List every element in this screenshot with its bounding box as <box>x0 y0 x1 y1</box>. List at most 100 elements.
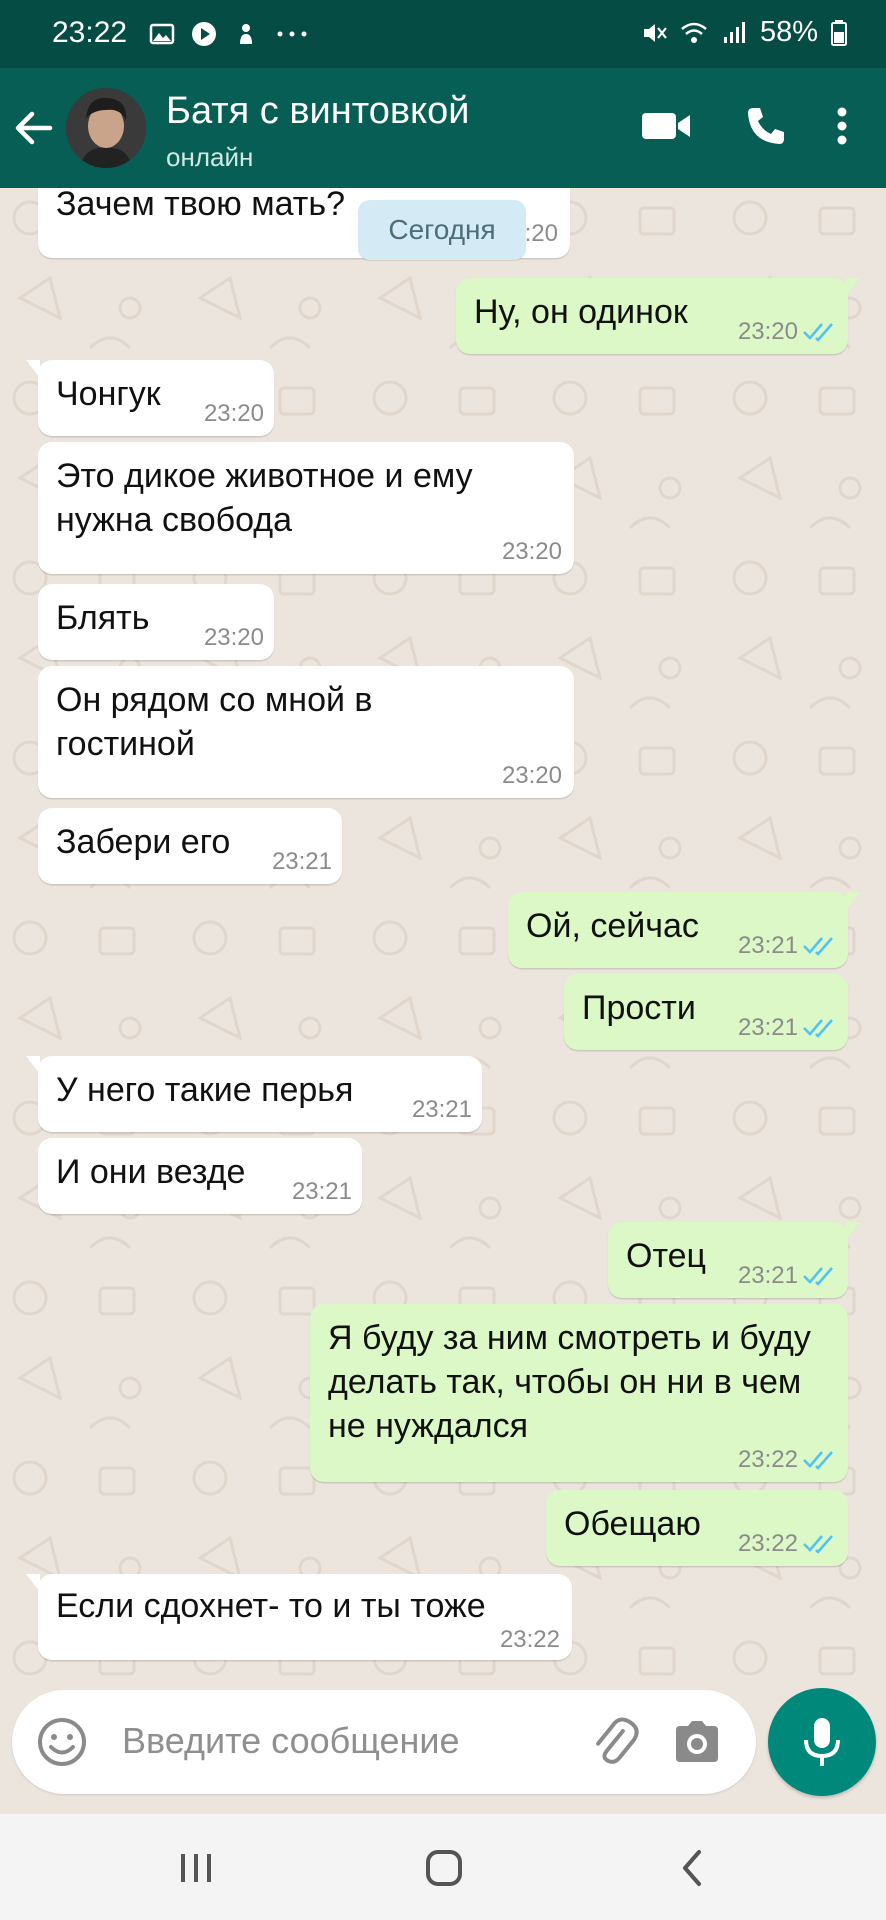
bubble-tail <box>846 892 860 910</box>
camera-icon <box>676 1721 718 1762</box>
paperclip-icon <box>596 1717 639 1764</box>
status-bar: 23:22 58% <box>0 0 886 68</box>
bubble-tail <box>846 1222 860 1240</box>
message-incoming[interactable]: Чонгук 23:20 <box>26 360 274 436</box>
message-time: 23:20 <box>203 400 264 427</box>
back-button[interactable] <box>12 100 56 156</box>
message-time: 23:22 <box>737 1530 798 1557</box>
attach-button[interactable] <box>586 1714 642 1770</box>
message-composer: Введите сообщение <box>12 1690 756 1794</box>
menu-button[interactable] <box>814 96 870 156</box>
message-outgoing[interactable]: Я буду за ним смотреть и буду делать так… <box>310 1304 848 1482</box>
message-text: Чонгук <box>56 375 161 413</box>
bubble-tail <box>26 360 40 378</box>
mute-icon <box>643 23 667 42</box>
battery-percent: 58% <box>759 16 818 48</box>
wifi-icon <box>681 22 707 43</box>
double-check-icon <box>803 1535 833 1554</box>
double-check-icon <box>803 1451 833 1470</box>
message-incoming[interactable]: Забери его 23:21 <box>38 808 342 884</box>
message-text: Забери его <box>56 823 231 861</box>
bubble-tail <box>846 278 860 296</box>
notification-icon <box>240 24 252 44</box>
message-incoming[interactable]: И они везде 23:21 <box>38 1138 362 1214</box>
arrow-left-icon <box>15 111 53 145</box>
message-time: 23:20 <box>501 762 562 789</box>
message-time: 23:22 <box>499 1626 560 1653</box>
message-text: Он рядом со мной в гостиной <box>56 681 373 763</box>
recent-apps-icon <box>181 1854 211 1882</box>
recent-apps-button[interactable] <box>166 1844 226 1892</box>
message-time: 23:21 <box>411 1096 472 1123</box>
home-icon <box>426 1850 462 1886</box>
message-time: 23:21 <box>737 1262 798 1289</box>
message-time: 23:21 <box>737 932 798 959</box>
message-outgoing[interactable]: Обещаю 23:22 <box>546 1490 848 1566</box>
message-incoming[interactable]: Это дикое животное и ему нужна свобода 2… <box>38 442 574 574</box>
message-text: Ну, он одинок <box>474 293 688 331</box>
message-list[interactable]: Зачем твою мать? 23:20 Сегодня Ну, он од… <box>0 188 886 1688</box>
message-text: Это дикое животное и ему нужна свобода <box>56 457 473 539</box>
message-outgoing[interactable]: Ну, он одинок 23:20 <box>456 278 860 354</box>
message-incoming[interactable]: Блять 23:20 <box>38 584 274 660</box>
voice-message-button[interactable] <box>768 1688 876 1796</box>
camera-button[interactable] <box>672 1718 722 1766</box>
system-navigation-bar <box>0 1814 886 1920</box>
bubble-tail <box>26 1574 40 1592</box>
message-outgoing[interactable]: Прости 23:21 <box>564 974 848 1050</box>
double-check-icon <box>803 1019 833 1038</box>
video-call-button[interactable] <box>636 96 696 156</box>
avatar-image <box>66 88 146 168</box>
message-time: 23:21 <box>737 1014 798 1041</box>
battery-icon <box>831 19 847 46</box>
message-text: Прости <box>582 989 696 1027</box>
message-time: 23:20 <box>501 538 562 565</box>
status-time: 23:22 <box>52 16 128 49</box>
message-time: 23:20 <box>203 624 264 651</box>
phone-icon <box>748 108 784 144</box>
message-outgoing[interactable]: Отец 23:21 <box>608 1222 860 1298</box>
message-text: Ой, сейчас <box>526 907 699 945</box>
message-input[interactable]: Введите сообщение <box>122 1720 460 1762</box>
double-check-icon <box>803 1267 833 1286</box>
back-icon <box>683 1850 701 1886</box>
bubble-tail <box>26 1056 40 1074</box>
message-text: Я буду за ним смотреть и буду делать так… <box>328 1319 811 1445</box>
gallery-icon <box>149 23 175 45</box>
more-vertical-icon <box>837 107 847 145</box>
message-incoming[interactable]: У него такие перья 23:21 <box>26 1056 482 1132</box>
emoji-icon <box>38 1718 86 1766</box>
message-text: Если сдохнет- то и ты тоже <box>56 1587 486 1625</box>
date-chip: Сегодня <box>358 200 526 260</box>
contact-status: онлайн <box>166 142 254 172</box>
message-time: 23:20 <box>737 318 798 345</box>
message-outgoing[interactable]: Ой, сейчас 23:21 <box>508 892 860 968</box>
message-text: Зачем твою мать? <box>56 188 345 223</box>
message-time: 23:22 <box>737 1446 798 1473</box>
emoji-button[interactable] <box>36 1716 88 1768</box>
message-incoming[interactable]: Если сдохнет- то и ты тоже 23:22 <box>26 1574 572 1660</box>
status-icons-left <box>148 20 314 48</box>
avatar[interactable] <box>66 88 146 168</box>
microphone-icon <box>804 1718 840 1766</box>
message-time: 23:21 <box>291 1178 352 1205</box>
message-text: У него такие перья <box>56 1071 354 1109</box>
message-time: 23:21 <box>271 848 332 875</box>
play-icon <box>192 22 216 46</box>
contact-name[interactable]: Батя с винтовкой <box>166 90 469 133</box>
message-text: Блять <box>56 599 150 637</box>
home-button[interactable] <box>414 1844 474 1892</box>
more-dots-icon <box>277 31 307 37</box>
double-check-icon <box>803 323 833 342</box>
signal-icon <box>723 21 745 43</box>
message-text: И они везде <box>56 1153 246 1191</box>
message-text: Обещаю <box>564 1505 701 1543</box>
voice-call-button[interactable] <box>736 96 796 156</box>
message-incoming[interactable]: Он рядом со мной в гостиной 23:20 <box>38 666 574 798</box>
video-camera-icon <box>642 113 690 139</box>
back-nav-button[interactable] <box>662 1844 722 1892</box>
chat-header: Батя с винтовкой онлайн <box>0 68 886 188</box>
message-text: Отец <box>626 1237 707 1275</box>
double-check-icon <box>803 937 833 956</box>
status-icons-right: 58% <box>640 16 848 49</box>
